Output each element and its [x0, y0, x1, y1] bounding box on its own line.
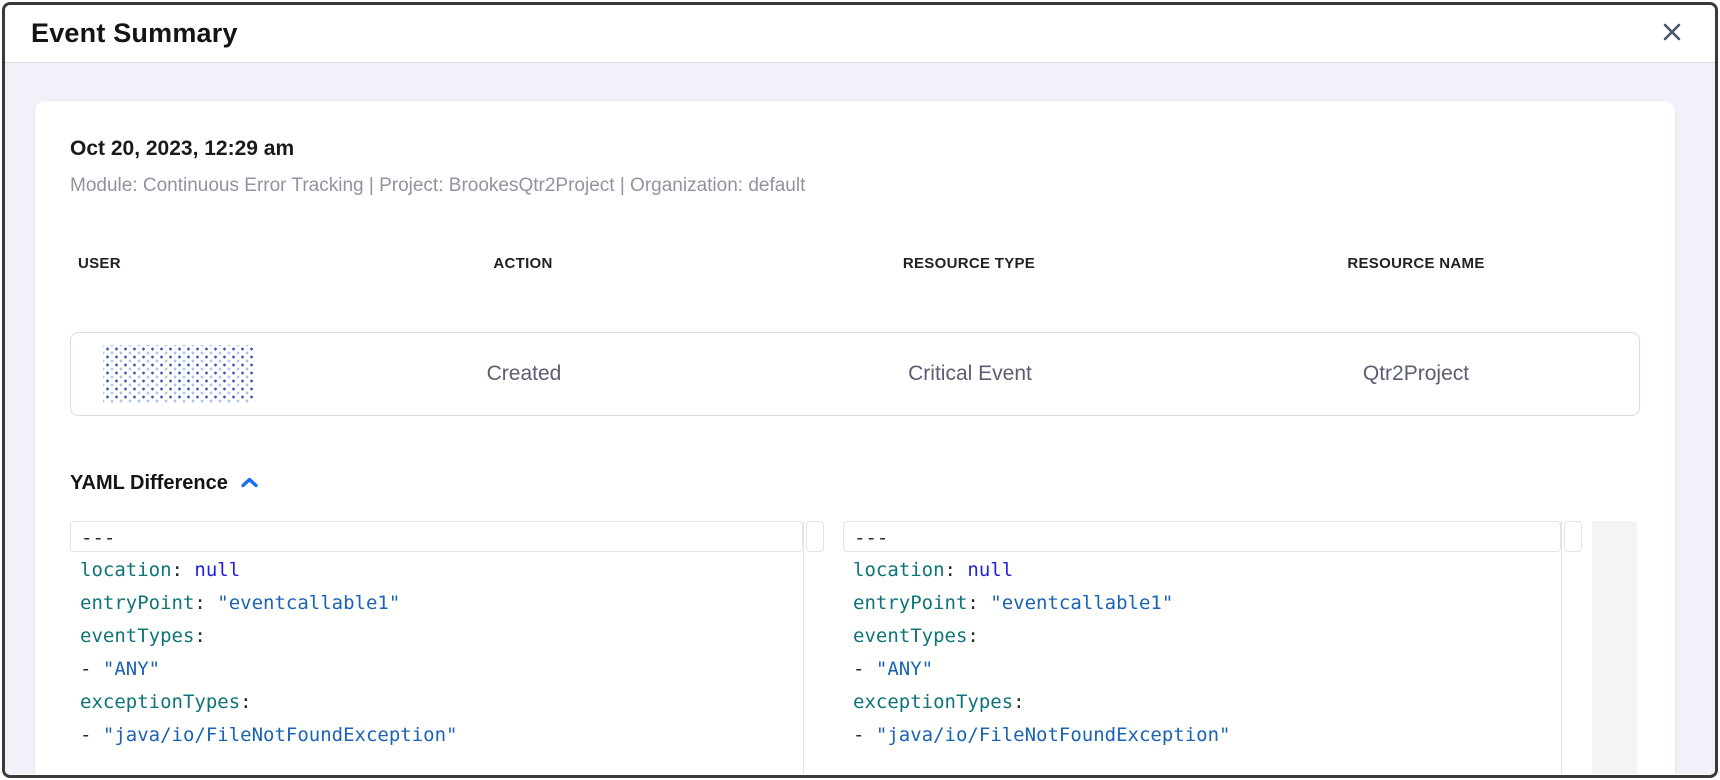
event-meta: Module: Continuous Error Tracking | Proj…	[70, 175, 1640, 197]
yaml-line: - "java/io/FileNotFoundException"	[70, 719, 803, 752]
yaml-code-left: ---location: nullentryPoint: "eventcalla…	[70, 521, 803, 774]
right-scrollbar-thumb[interactable]	[1564, 521, 1582, 552]
close-icon	[1660, 20, 1684, 47]
resource-type-cell: Critical Event	[747, 362, 1193, 386]
user-cell	[71, 345, 301, 403]
yaml-line: ---	[70, 521, 803, 552]
yaml-line: exceptionTypes:	[70, 686, 803, 719]
chevron-up-icon	[240, 476, 259, 492]
column-header-action: ACTION	[300, 255, 746, 272]
column-header-resource-name: RESOURCE NAME	[1192, 255, 1640, 272]
yaml-code-right: ---location: nullentryPoint: "eventcalla…	[843, 521, 1561, 774]
yaml-panel-left: ---location: nullentryPoint: "eventcalla…	[70, 521, 826, 774]
column-header-resource-type: RESOURCE TYPE	[746, 255, 1192, 272]
yaml-line: - "java/io/FileNotFoundException"	[843, 719, 1561, 752]
page-title: Event Summary	[31, 18, 238, 49]
event-summary-dialog: Event Summary Oct 20, 2023, 12:29 am Mod…	[2, 2, 1718, 778]
resource-name-cell: Qtr2Project	[1193, 362, 1639, 386]
redacted-user-name	[103, 345, 255, 403]
event-summary-card: Oct 20, 2023, 12:29 am Module: Continuou…	[35, 101, 1675, 774]
yaml-line: location: null	[70, 554, 803, 587]
yaml-line: exceptionTypes:	[843, 686, 1561, 719]
action-cell: Created	[301, 362, 747, 386]
yaml-line: eventTypes:	[843, 620, 1561, 653]
yaml-difference-section-header: YAML Difference	[70, 472, 1640, 495]
yaml-line: ---	[843, 521, 1561, 552]
audit-table-header: USER ACTION RESOURCE TYPE RESOURCE NAME	[70, 255, 1640, 272]
yaml-line: - "ANY"	[70, 653, 803, 686]
yaml-line: entryPoint: "eventcallable1"	[70, 587, 803, 620]
event-timestamp: Oct 20, 2023, 12:29 am	[70, 137, 1640, 161]
yaml-panel-right: ---location: nullentryPoint: "eventcalla…	[843, 521, 1584, 774]
yaml-difference-label: YAML Difference	[70, 472, 228, 495]
diff-scrollbar-track[interactable]	[1592, 521, 1637, 774]
left-scrollbar-thumb[interactable]	[806, 521, 824, 552]
yaml-diff-viewer: ---location: nullentryPoint: "eventcalla…	[70, 521, 1640, 774]
yaml-line: location: null	[843, 554, 1561, 587]
yaml-line: entryPoint: "eventcallable1"	[843, 587, 1561, 620]
yaml-line: eventTypes:	[70, 620, 803, 653]
dialog-body: Oct 20, 2023, 12:29 am Module: Continuou…	[5, 63, 1715, 774]
dialog-header: Event Summary	[5, 5, 1715, 63]
table-row: Created Critical Event Qtr2Project	[70, 332, 1640, 416]
close-button[interactable]	[1655, 17, 1689, 51]
yaml-line: - "ANY"	[843, 653, 1561, 686]
left-panel-scrollbar[interactable]	[803, 521, 826, 774]
collapse-toggle-button[interactable]	[240, 476, 259, 492]
column-header-user: USER	[70, 255, 300, 272]
right-panel-scrollbar[interactable]	[1561, 521, 1584, 774]
